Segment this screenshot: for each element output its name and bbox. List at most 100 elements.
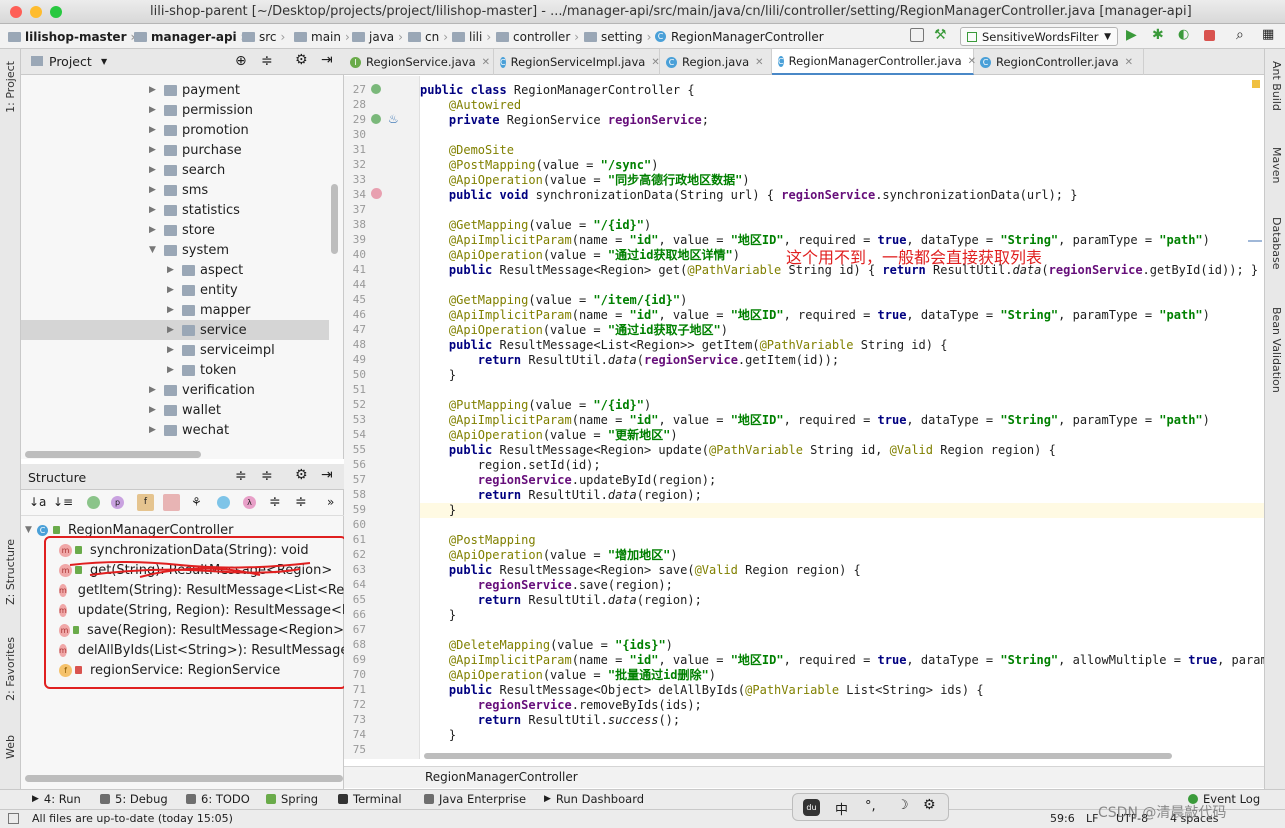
tree-item-store[interactable]: ▶ store <box>21 220 329 240</box>
chevron-right-icon[interactable]: ▶ <box>149 185 161 195</box>
show-properties-icon[interactable]: p <box>111 496 124 509</box>
code-line[interactable]: @PostMapping <box>420 533 536 548</box>
run-dashboard-tool-button[interactable]: ▶ Run Dashboard <box>544 792 644 806</box>
breadcrumb-class[interactable]: RegionManagerController <box>425 770 578 784</box>
nav-crumb-project[interactable]: lilishop-master › <box>8 28 139 45</box>
code-line[interactable]: @PutMapping(value = "/{id}") <box>420 398 651 413</box>
settings-grid-icon[interactable]: ▦ <box>1262 28 1276 42</box>
collapse-all-icon[interactable]: ≑ <box>261 468 273 484</box>
structure-horizontal-scrollbar[interactable] <box>25 775 343 782</box>
code-line[interactable]: } <box>420 608 456 623</box>
code-line[interactable]: } <box>420 503 456 518</box>
stop-icon[interactable] <box>1204 30 1215 41</box>
chevron-down-icon[interactable]: ▼ <box>101 57 107 66</box>
chevron-right-icon[interactable]: ▶ <box>167 305 179 315</box>
code-editor[interactable]: public class RegionManagerController { @… <box>420 76 1264 759</box>
close-icon[interactable]: ✕ <box>482 57 490 68</box>
tab-region-service-impl[interactable]: C RegionServiceImpl.java ✕ <box>494 49 660 75</box>
expand-all-icon[interactable]: ≑ <box>235 468 247 484</box>
code-line[interactable]: return ResultUtil.data(region); <box>420 488 702 503</box>
code-line[interactable]: @ApiOperation(value = "同步高德行政地区数据") <box>420 173 750 188</box>
chevron-right-icon[interactable]: ▶ <box>149 105 161 115</box>
code-line[interactable]: private RegionService regionService; <box>420 113 709 128</box>
code-line[interactable]: region.setId(id); <box>420 458 601 473</box>
code-line[interactable]: regionService.save(region); <box>420 578 673 593</box>
tree-item-promotion[interactable]: ▶ promotion <box>21 120 329 140</box>
nav-crumb-cn[interactable]: cn › <box>408 28 452 45</box>
database-tool-tab[interactable]: Database <box>1270 217 1283 270</box>
ime-logo-icon[interactable]: du <box>803 799 820 816</box>
code-line[interactable]: @ApiOperation(value = "更新地区") <box>420 428 678 443</box>
tree-item-entity[interactable]: ▶ entity <box>21 280 329 300</box>
tree-item-service[interactable]: ▶ service <box>21 320 329 340</box>
nav-crumb-setting[interactable]: setting › <box>584 28 655 45</box>
todo-tool-button[interactable]: 6: TODO <box>186 792 250 806</box>
sort-visibility-icon[interactable]: ↓≡ <box>53 495 73 509</box>
editor-horizontal-scrollbar[interactable] <box>424 753 1172 759</box>
code-line[interactable]: public ResultMessage<Region> update(@Pat… <box>420 443 1056 458</box>
minimize-window-button[interactable] <box>30 6 42 18</box>
project-view-select[interactable]: Project <box>49 54 92 69</box>
sort-alpha-icon[interactable]: ↓a <box>29 495 46 509</box>
chevron-right-icon[interactable]: ▶ <box>167 345 179 355</box>
show-inherited-icon[interactable] <box>87 496 100 509</box>
collapse-all-icon[interactable]: ≑ <box>261 53 273 69</box>
nav-crumb-lili[interactable]: lili › <box>452 28 495 45</box>
tree-item-search[interactable]: ▶ search <box>21 160 329 180</box>
tree-item-aspect[interactable]: ▶ aspect <box>21 260 329 280</box>
chevron-right-icon[interactable]: ▶ <box>167 285 179 295</box>
code-line[interactable]: @ApiImplicitParam(name = "id", value = "… <box>420 308 1210 323</box>
show-anonymous-icon[interactable]: ⚘ <box>191 495 202 509</box>
code-line[interactable]: return ResultUtil.success(); <box>420 713 680 728</box>
more-icon[interactable]: » <box>327 495 334 509</box>
chevron-right-icon[interactable]: ▶ <box>167 265 179 275</box>
run-icon[interactable]: ▶ <box>1126 28 1140 42</box>
search-icon[interactable]: ⌕ <box>1236 28 1250 42</box>
collapse-all-icon[interactable]: ≑ <box>295 494 307 510</box>
nav-crumb-main[interactable]: main › <box>294 28 354 45</box>
tree-item-purchase[interactable]: ▶ purchase <box>21 140 329 160</box>
debug-icon[interactable]: ✱ <box>1152 28 1166 42</box>
code-line[interactable]: regionService.removeByIds(ids); <box>420 698 702 713</box>
tab-region-controller[interactable]: C RegionController.java ✕ <box>974 49 1144 75</box>
spring-tool-button[interactable]: Spring <box>266 792 318 806</box>
close-window-button[interactable] <box>10 6 22 18</box>
gear-icon[interactable]: ⚙ <box>295 52 308 68</box>
code-line[interactable]: @ApiOperation(value = "增加地区") <box>420 548 678 563</box>
project-tool-tab[interactable]: 1: Project <box>4 61 17 113</box>
show-non-public-icon[interactable] <box>163 494 180 511</box>
code-line[interactable]: return ResultUtil.data(regionService.get… <box>420 353 839 368</box>
nav-crumb-src[interactable]: src › <box>242 28 289 45</box>
tree-item-permission[interactable]: ▶ permission <box>21 100 329 120</box>
tree-item-wechat[interactable]: ▶ wechat <box>21 420 329 440</box>
structure-tool-tab[interactable]: Z: Structure <box>4 539 17 605</box>
hide-icon[interactable]: ⇥ <box>321 52 333 68</box>
tree-item-sms[interactable]: ▶ sms <box>21 180 329 200</box>
chevron-right-icon[interactable]: ▶ <box>149 385 161 395</box>
gear-icon[interactable]: ⚙ <box>295 467 308 483</box>
java-enterprise-tool-button[interactable]: Java Enterprise <box>424 792 526 806</box>
code-line[interactable]: @ApiOperation(value = "通过id获取地区详情") <box>420 248 740 263</box>
code-line[interactable]: } <box>420 368 456 383</box>
layout-icon[interactable] <box>8 813 19 824</box>
code-line[interactable]: return ResultUtil.data(region); <box>420 593 702 608</box>
spring-bean-icon[interactable] <box>371 114 381 124</box>
tree-item-system[interactable]: ▼ system <box>21 240 329 260</box>
chevron-right-icon[interactable]: ▶ <box>149 145 161 155</box>
show-fields-icon[interactable]: f <box>137 494 154 511</box>
code-line[interactable]: public ResultMessage<Object> delAllByIds… <box>420 683 984 698</box>
expand-all-icon[interactable]: ≑ <box>269 494 281 510</box>
ime-punctuation-toggle[interactable]: °, <box>865 799 876 814</box>
chevron-right-icon[interactable]: ▶ <box>149 425 161 435</box>
code-line[interactable]: @ApiOperation(value = "通过id获取子地区") <box>420 323 728 338</box>
terminal-tool-button[interactable]: Terminal <box>338 792 402 806</box>
ant-build-tool-tab[interactable]: Ant Build <box>1270 61 1283 111</box>
locate-icon[interactable]: ⊕ <box>235 53 247 69</box>
project-vertical-scrollbar[interactable] <box>331 184 338 254</box>
autowired-link-icon[interactable]: ♨ <box>388 112 399 126</box>
code-line[interactable]: @ApiImplicitParam(name = "id", value = "… <box>420 653 1264 668</box>
web-tool-tab[interactable]: Web <box>4 735 17 759</box>
moon-icon[interactable]: ☽ <box>897 798 909 813</box>
line-separator[interactable]: LF <box>1086 812 1098 825</box>
project-horizontal-scrollbar[interactable] <box>25 451 201 458</box>
